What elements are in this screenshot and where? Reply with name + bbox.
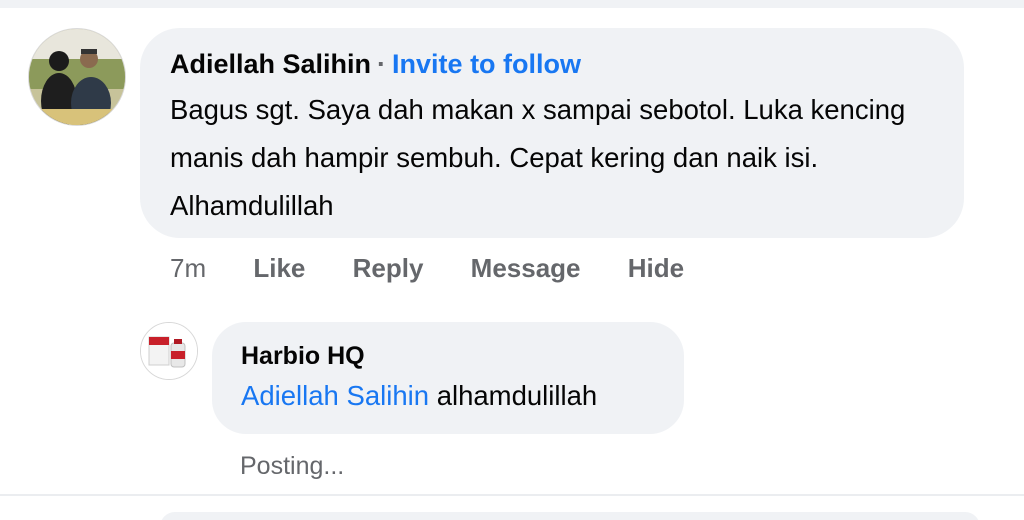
next-comment-bubble	[160, 512, 980, 520]
commenter-avatar[interactable]	[28, 28, 126, 126]
product-logo-icon	[141, 323, 197, 379]
invite-to-follow-link[interactable]: Invite to follow	[392, 49, 581, 79]
reply-message: alhamdulillah	[436, 380, 598, 411]
hide-button[interactable]: Hide	[628, 253, 684, 283]
like-button[interactable]: Like	[253, 253, 305, 283]
mention-link[interactable]: Adiellah Salihin	[241, 380, 429, 411]
reply-author-name[interactable]: Harbio HQ	[241, 340, 365, 372]
reply-text: Adiellah Salihin alhamdulillah	[241, 378, 597, 414]
profile-photo-icon	[29, 29, 125, 125]
message-button[interactable]: Message	[471, 253, 581, 283]
bottom-divider	[0, 494, 1024, 496]
comment-thread: Adiellah Salihin · Invite to follow Bagus …	[0, 0, 1024, 520]
comment-actions: 7m Like Reply Message Hide	[170, 250, 724, 286]
reply-button[interactable]: Reply	[353, 253, 424, 283]
top-divider	[0, 0, 1024, 8]
comment-author-name[interactable]: Adiellah Salihin	[170, 49, 371, 79]
comment-header: Adiellah Salihin · Invite to follow	[170, 46, 581, 82]
separator-dot: ·	[377, 49, 387, 79]
reply-status: Posting...	[240, 449, 344, 483]
page-avatar[interactable]	[140, 322, 198, 380]
comment-timestamp: 7m	[170, 253, 207, 283]
comment-text: Bagus sgt. Saya dah makan x sampai sebot…	[170, 94, 906, 221]
posting-status: Posting...	[240, 452, 345, 480]
